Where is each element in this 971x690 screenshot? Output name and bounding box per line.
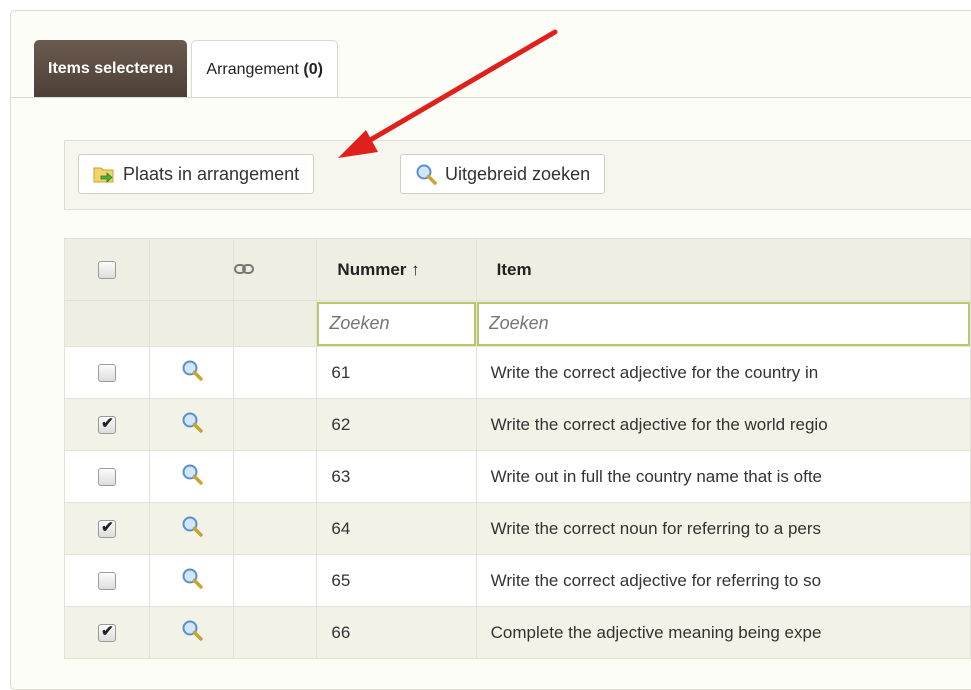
item-header-label: Item: [496, 259, 532, 279]
table-row[interactable]: ✔ 62 Write the correct adjective for the w…: [63, 398, 971, 451]
row-link-cell: [232, 502, 318, 555]
row-nummer: 65: [316, 554, 477, 607]
row-preview-cell: [149, 398, 234, 451]
row-item-text: Write the correct adjective for the worl…: [475, 398, 971, 451]
nummer-column-header[interactable]: Nummer ↑: [316, 238, 477, 301]
row-preview-cell: [149, 346, 234, 399]
table-row[interactable]: ✔ 66 Complete the adjective meaning being …: [63, 606, 971, 659]
magnifier-icon[interactable]: [181, 567, 203, 589]
row-link-cell: [232, 554, 318, 607]
tab-items-selecteren-label: Items selecteren: [48, 60, 174, 77]
item-column-header[interactable]: Item: [475, 238, 971, 301]
row-preview-cell: [149, 502, 234, 555]
row-preview-cell: [149, 606, 234, 659]
nummer-search-input[interactable]: [317, 301, 476, 346]
tab-bar: Items selecteren Arrangement (0): [34, 40, 342, 98]
nummer-filter-cell: [316, 300, 477, 347]
row-checkbox[interactable]: [98, 363, 117, 382]
row-link-cell: [232, 346, 318, 399]
row-nummer: 61: [316, 346, 477, 399]
magnifier-icon[interactable]: [181, 515, 203, 537]
link-column-header: [232, 238, 318, 301]
select-all-checkbox[interactable]: [98, 260, 117, 279]
tab-arrangement-label: Arrangement: [206, 60, 299, 78]
row-item-text: Write the correct noun for referring to …: [475, 502, 971, 555]
row-select-cell: [63, 554, 151, 607]
table-row[interactable]: 65 Write the correct adjective for referr…: [63, 554, 971, 607]
row-nummer: 63: [316, 450, 477, 503]
row-preview-cell: [149, 554, 234, 607]
row-nummer: 62: [316, 398, 477, 451]
tab-arrangement-count: (0): [303, 60, 323, 78]
magnifier-icon[interactable]: [181, 359, 203, 381]
row-select-cell: [63, 450, 151, 503]
row-item-text: Write the correct adjective for the coun…: [475, 346, 971, 399]
magnifier-icon[interactable]: [181, 619, 203, 641]
row-link-cell: [232, 398, 318, 451]
row-checkbox[interactable]: ✔: [98, 518, 117, 538]
row-preview-cell: [149, 450, 234, 503]
sort-arrow-icon: ↑: [411, 259, 420, 279]
row-item-text: Write the correct adjective for referrin…: [475, 554, 971, 607]
select-all-cell: [63, 238, 151, 301]
checkmark-icon: ✔: [101, 518, 114, 536]
magnifier-icon[interactable]: [181, 463, 203, 485]
row-select-cell: ✔: [63, 398, 151, 451]
table-row[interactable]: 63 Write out in full the country name tha…: [63, 450, 971, 503]
item-filter-cell: [475, 300, 971, 347]
table-row[interactable]: 61 Write the correct adjective for the co…: [63, 346, 971, 399]
link-icon: [233, 263, 254, 274]
row-item-text: Write out in full the country name that …: [475, 450, 971, 503]
row-checkbox[interactable]: [98, 467, 117, 486]
nummer-header-label: Nummer: [337, 259, 407, 279]
preview-column-header: [149, 238, 234, 301]
advanced-search-label: Uitgebreid zoeken: [445, 163, 591, 184]
magnifier-icon[interactable]: [181, 411, 203, 433]
items-table: Nummer ↑ Item 61Write the correct adject…: [63, 238, 971, 659]
checkmark-icon: ✔: [101, 414, 114, 432]
toolbar: Plaats in arrangement Uitgebreid zoeken: [64, 140, 971, 210]
filter-empty-cell: [149, 300, 234, 347]
row-checkbox[interactable]: ✔: [98, 622, 117, 642]
row-checkbox[interactable]: [98, 571, 117, 590]
tab-items-selecteren[interactable]: Items selecteren: [34, 40, 188, 98]
row-select-cell: ✔: [63, 502, 151, 555]
place-in-arrangement-button[interactable]: Plaats in arrangement: [78, 154, 315, 194]
filter-empty-cell: [63, 300, 151, 347]
tab-arrangement[interactable]: Arrangement (0): [191, 40, 338, 98]
magnifier-icon: [416, 164, 437, 185]
row-nummer: 66: [316, 606, 477, 659]
row-link-cell: [232, 450, 318, 503]
row-select-cell: [63, 346, 151, 399]
checkmark-icon: ✔: [101, 622, 114, 640]
item-search-input[interactable]: [476, 301, 970, 346]
place-in-arrangement-label: Plaats in arrangement: [123, 163, 300, 184]
row-checkbox[interactable]: ✔: [98, 414, 117, 434]
advanced-search-button[interactable]: Uitgebreid zoeken: [400, 154, 606, 194]
row-link-cell: [232, 606, 318, 659]
filter-empty-cell: [232, 300, 318, 347]
table-row[interactable]: ✔ 64 Write the correct noun for referring …: [63, 502, 971, 555]
folder-add-icon: [93, 167, 114, 183]
row-nummer: 64: [316, 502, 477, 555]
tab-divider: [11, 97, 971, 98]
row-item-text: Complete the adjective meaning being exp…: [475, 606, 971, 659]
row-select-cell: ✔: [63, 606, 151, 659]
